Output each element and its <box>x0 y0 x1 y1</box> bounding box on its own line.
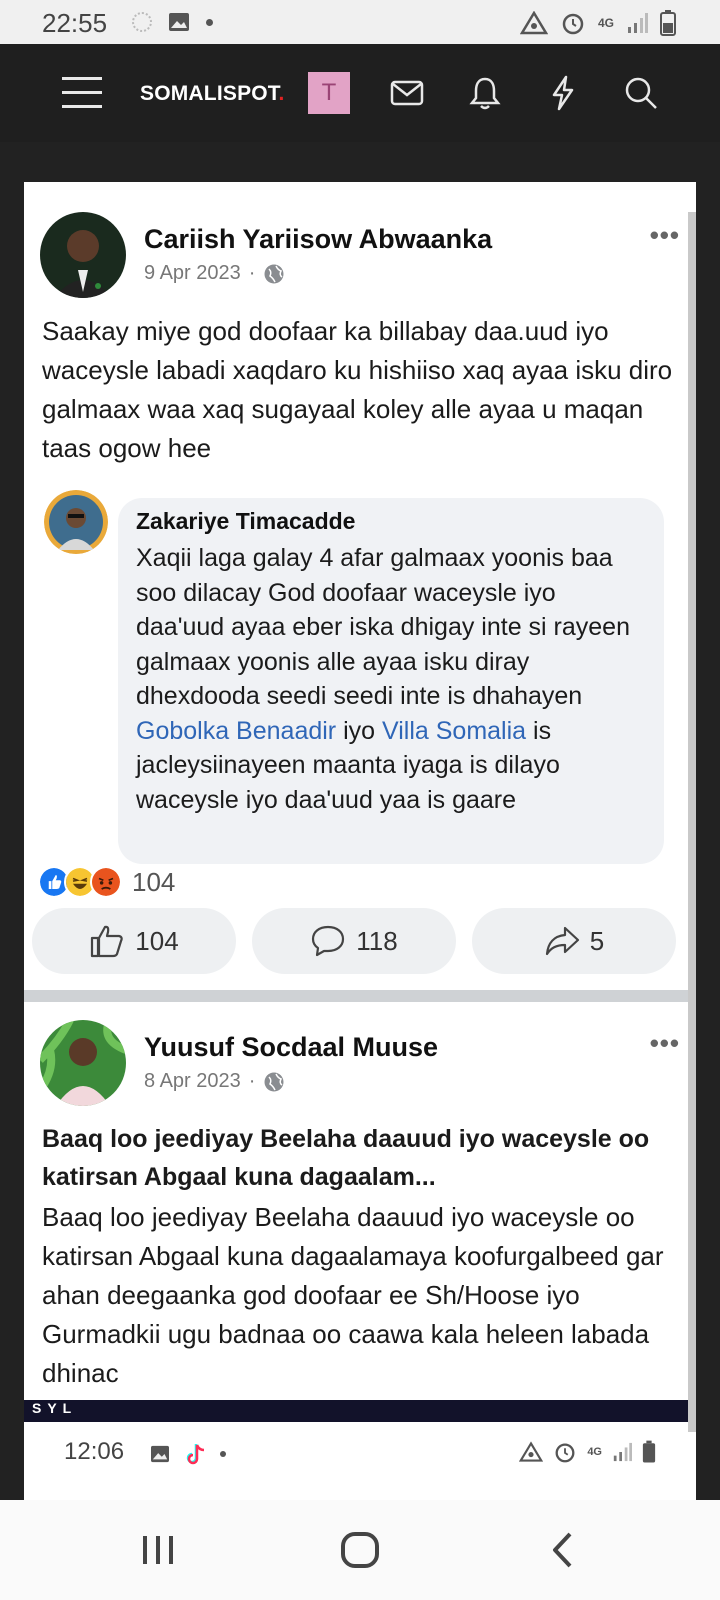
meta-separator: · <box>248 262 256 284</box>
back-button[interactable] <box>550 1530 574 1570</box>
comment-link[interactable]: Villa Somalia <box>382 717 526 745</box>
comment-bubble[interactable]: Zakariye Timacadde Xaqii laga galay 4 af… <box>118 498 664 864</box>
comment-link[interactable]: Gobolka Benaadir <box>136 717 336 745</box>
loading-icon <box>132 12 152 32</box>
like-count: 104 <box>135 925 179 956</box>
comment-count: 118 <box>356 925 398 956</box>
meta-separator: · <box>248 1070 256 1092</box>
network-type: 4G <box>587 1446 602 1458</box>
post-meta: 8 Apr 2023 · <box>144 1070 285 1093</box>
post-text: Saakay miye god doofaar ka billabay daa.… <box>42 316 673 463</box>
bell-icon[interactable] <box>466 74 504 112</box>
battery-icon <box>660 10 676 36</box>
app-header: SOMALISPOT. T <box>0 44 720 142</box>
search-icon[interactable] <box>622 74 660 112</box>
more-options-icon[interactable]: ••• <box>650 220 680 251</box>
post-author[interactable]: Cariish Yariisow Abwaanka <box>144 224 492 255</box>
data-saver-icon <box>519 1441 544 1462</box>
globe-icon <box>264 1072 284 1091</box>
post-divider <box>24 990 688 1002</box>
commenter-avatar[interactable] <box>44 490 108 554</box>
system-nav-bar <box>0 1500 720 1600</box>
signal-icon <box>613 1442 632 1462</box>
post-meta: 9 Apr 2023 · <box>144 262 285 285</box>
post-text: Baaq loo jeediyay Beelaha daauud iyo wac… <box>42 1202 664 1388</box>
comment-text: Xaqii laga galay 4 afar galmaax yoonis b… <box>136 544 630 814</box>
inner-status-time: 12:06 <box>64 1438 125 1465</box>
like-button[interactable]: 104 <box>32 908 236 974</box>
share-icon <box>545 926 579 956</box>
brand-logo[interactable]: SOMALISPOT. <box>140 82 285 106</box>
scrollbar[interactable] <box>688 212 696 1472</box>
post-date: 9 Apr 2023 <box>144 262 241 284</box>
home-button[interactable] <box>340 1530 380 1570</box>
menu-icon[interactable] <box>62 77 102 109</box>
comment-button[interactable]: 118 <box>252 908 456 974</box>
battery-icon <box>642 1440 656 1463</box>
tiktok-icon <box>186 1444 205 1465</box>
author-avatar[interactable] <box>40 1020 126 1106</box>
recent-apps-button[interactable] <box>140 1530 176 1570</box>
video-strip: SYL <box>24 1400 688 1422</box>
post-date: 8 Apr 2023 <box>144 1070 241 1092</box>
share-count: 5 <box>589 925 605 956</box>
status-time: 22:55 <box>42 8 108 38</box>
dot-icon <box>220 1451 226 1457</box>
status-bar: 22:55 4G <box>0 0 720 44</box>
author-avatar[interactable] <box>40 212 126 298</box>
angry-reaction-icon <box>90 866 122 898</box>
user-avatar[interactable]: T <box>308 72 350 114</box>
lightning-icon[interactable] <box>544 74 582 112</box>
gallery-icon <box>151 1445 169 1463</box>
embedded-screenshot[interactable]: Cariish Yariisow Abwaanka 9 Apr 2023 · •… <box>24 182 696 1500</box>
reaction-count: 104 <box>132 866 176 897</box>
post-headline[interactable]: Baaq loo jeediyay Beelaha daauud iyo wac… <box>42 1120 682 1196</box>
comment-author[interactable]: Zakariye Timacadde <box>136 508 646 535</box>
share-button[interactable]: 5 <box>472 908 676 974</box>
globe-icon <box>264 264 284 283</box>
alarm-icon <box>562 13 584 35</box>
gallery-icon <box>169 13 189 31</box>
comment-icon <box>312 925 345 957</box>
thumbs-up-icon <box>91 925 124 958</box>
inner-status-bar: 12:06 4G <box>24 1432 696 1476</box>
data-saver-icon <box>519 11 548 35</box>
mail-icon[interactable] <box>388 74 426 112</box>
dot-icon <box>206 18 213 26</box>
alarm-icon <box>555 1443 575 1463</box>
signal-icon <box>628 13 648 33</box>
post-author[interactable]: Yuusuf Socdaal Muuse <box>144 1032 438 1063</box>
network-type: 4G <box>597 16 614 30</box>
more-options-icon[interactable]: ••• <box>650 1028 680 1059</box>
reaction-summary[interactable]: 104 <box>38 866 175 898</box>
